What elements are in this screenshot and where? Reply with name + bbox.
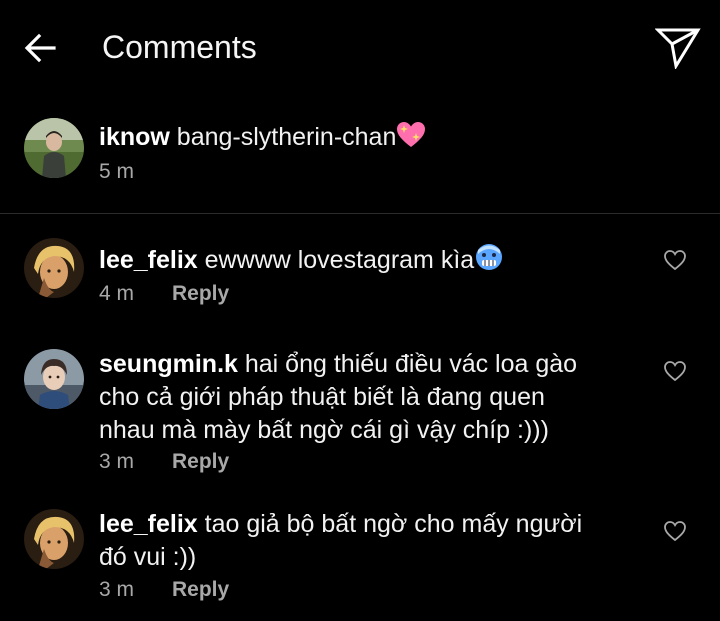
username[interactable]: lee_felix <box>99 510 198 538</box>
comment-body-line-3: nhau mà mày bất ngờ cái gì vậy chíp :))) <box>99 416 549 444</box>
page-title: Comments <box>102 29 257 65</box>
like-heart-icon[interactable] <box>662 518 688 544</box>
like-heart-icon[interactable] <box>662 358 688 384</box>
comment-time: 3 m <box>99 578 135 601</box>
comment-text: lee_felix ewwww lovestagram kìa <box>99 242 504 277</box>
comment-body-line-2: cho cả giới pháp thuật biết là đang quen <box>99 383 545 411</box>
comment-text: seungmin.k hai ổng thiếu điều vác loa gà… <box>99 348 577 447</box>
reply-button[interactable]: Reply <box>172 449 229 475</box>
sparkling-heart-icon <box>397 122 426 147</box>
comment-body-line-2: đó vui :)) <box>99 543 197 571</box>
username[interactable]: lee_felix <box>99 246 198 274</box>
username[interactable]: iknow <box>99 123 170 151</box>
comment-body: ewwww lovestagram kìa <box>204 246 475 274</box>
caption-time: 5 m <box>99 160 135 183</box>
comment-body-line-1: tao giả bộ bất ngờ cho mấy người <box>204 510 583 538</box>
avatar[interactable] <box>24 238 84 298</box>
comment-body-line-1: hai ổng thiếu điều vác loa gào <box>244 350 578 378</box>
like-heart-icon[interactable] <box>662 247 688 273</box>
share-button[interactable] <box>652 24 704 72</box>
caption-text: iknow bang-slytherin-chan <box>99 121 426 154</box>
reply-button[interactable]: Reply <box>172 577 229 603</box>
back-arrow-icon <box>24 33 56 63</box>
back-button[interactable] <box>20 28 60 68</box>
avatar[interactable] <box>24 509 84 569</box>
comment-text: lee_felix tao giả bộ bất ngờ cho mấy ngư… <box>99 508 582 574</box>
username[interactable]: seungmin.k <box>99 350 238 378</box>
reply-button[interactable]: Reply <box>172 281 229 307</box>
caption-body: bang-slytherin-chan <box>176 123 397 151</box>
paper-plane-icon <box>655 28 701 69</box>
top-bar: Comments <box>0 0 720 95</box>
cold-face-icon <box>476 244 503 270</box>
avatar[interactable] <box>24 349 84 409</box>
avatar[interactable] <box>24 118 84 178</box>
comment-time: 3 m <box>99 450 135 473</box>
divider <box>0 213 720 214</box>
comment-time: 4 m <box>99 282 135 305</box>
